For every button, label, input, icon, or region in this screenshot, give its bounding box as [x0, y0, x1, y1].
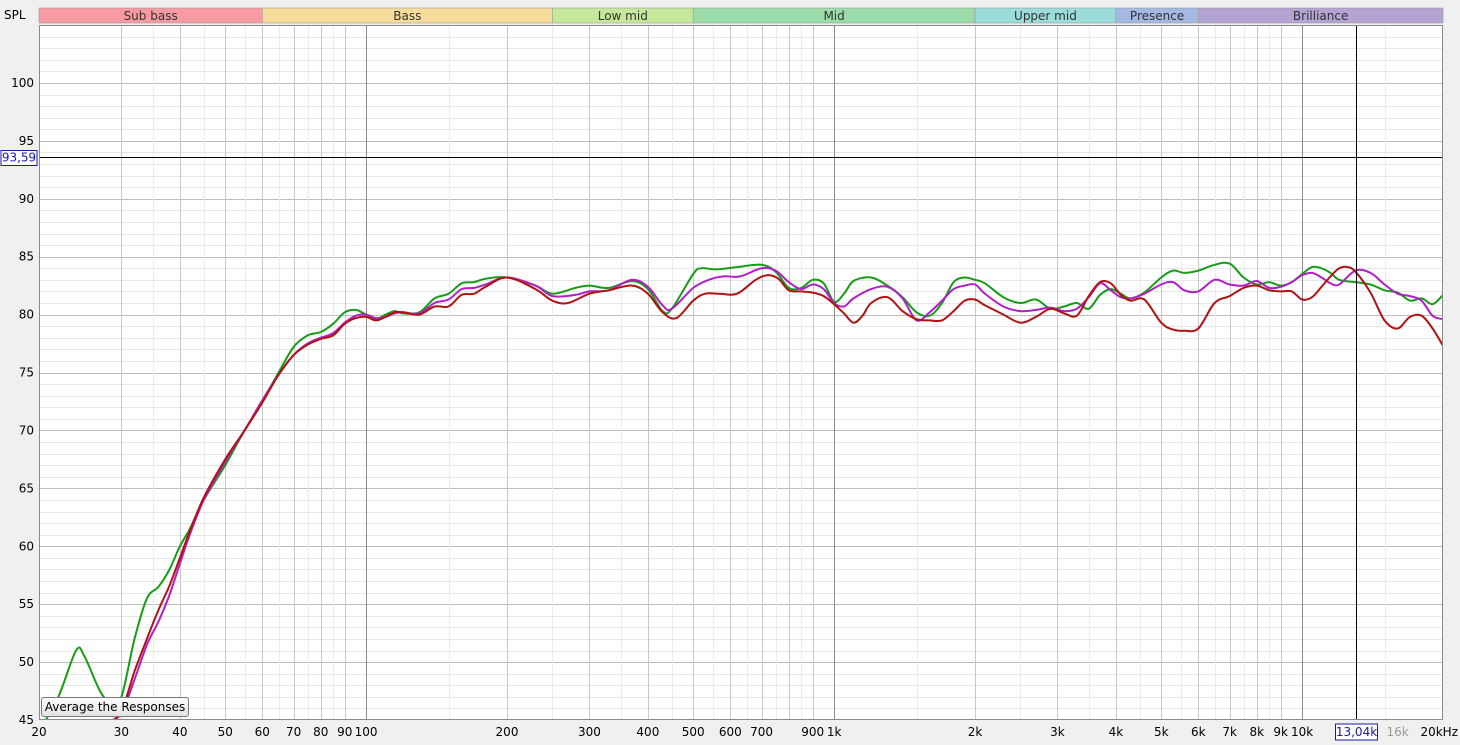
x-tick-3000: 3k	[1050, 725, 1065, 739]
y-tick-55: 55	[19, 597, 34, 611]
band-label-3: Mid	[823, 9, 844, 23]
spl-frequency-chart: Sub bass Bass Low mid Mid Upper mid Presence B…	[0, 0, 1460, 745]
x-tick-400: 400	[636, 725, 659, 739]
frequency-bands: Sub bass Bass Low mid Mid Upper mid Presence B…	[38, 7, 1444, 24]
band-label-5: Presence	[1130, 9, 1184, 23]
y-tick-50: 50	[19, 655, 34, 669]
x-tick-1000: 1k	[827, 725, 842, 739]
x-tick-80: 80	[313, 725, 328, 739]
x-tick-6000: 6k	[1191, 725, 1206, 739]
x-tick-7000: 7k	[1222, 725, 1237, 739]
x-tick-100: 100	[355, 725, 378, 739]
band-label-0: Sub bass	[124, 9, 178, 23]
x-tick-300: 300	[578, 725, 601, 739]
y-tick-90: 90	[19, 192, 34, 206]
y-tick-60: 60	[19, 539, 34, 553]
x-tick-200: 200	[496, 725, 519, 739]
x-tick-70: 70	[286, 725, 301, 739]
x-tick-2000: 2k	[968, 725, 983, 739]
y-tick-100: 100	[11, 76, 34, 90]
x-tick-4000: 4k	[1109, 725, 1124, 739]
y-tick-65: 65	[19, 481, 34, 495]
x-tick-20: 20	[31, 725, 46, 739]
x-tick-16000: 16k	[1387, 725, 1409, 739]
x-tick-20000: 20kHz	[1420, 725, 1458, 739]
band-label-1: Bass	[393, 9, 421, 23]
cursor-x-readout: 13,04k	[1336, 725, 1377, 739]
x-tick-90: 90	[337, 725, 352, 739]
band-label-4: Upper mid	[1014, 9, 1077, 23]
cursor-y-readout: 93,59	[2, 151, 36, 165]
y-tick-95: 95	[19, 134, 34, 148]
x-tick-900: 900	[801, 725, 824, 739]
x-tick-50: 50	[218, 725, 233, 739]
x-tick-500: 500	[682, 725, 705, 739]
y-tick-85: 85	[19, 250, 34, 264]
y-tick-80: 80	[19, 308, 34, 322]
x-tick-30: 30	[114, 725, 129, 739]
x-tick-9000: 9k	[1273, 725, 1288, 739]
x-tick-600: 600	[719, 725, 742, 739]
x-tick-5000: 5k	[1154, 725, 1169, 739]
y-tick-75: 75	[19, 366, 34, 380]
x-tick-60: 60	[255, 725, 270, 739]
x-tick-40: 40	[172, 725, 187, 739]
band-label-2: Low mid	[598, 9, 648, 23]
y-axis-label: SPL	[4, 8, 26, 22]
band-label-6: Brilliance	[1293, 9, 1348, 23]
x-tick-700: 700	[750, 725, 773, 739]
x-tick-10000: 10k	[1291, 725, 1313, 739]
average-responses-button[interactable]: Average the Responses	[41, 697, 189, 717]
x-tick-8000: 8k	[1249, 725, 1264, 739]
y-tick-70: 70	[19, 423, 34, 437]
